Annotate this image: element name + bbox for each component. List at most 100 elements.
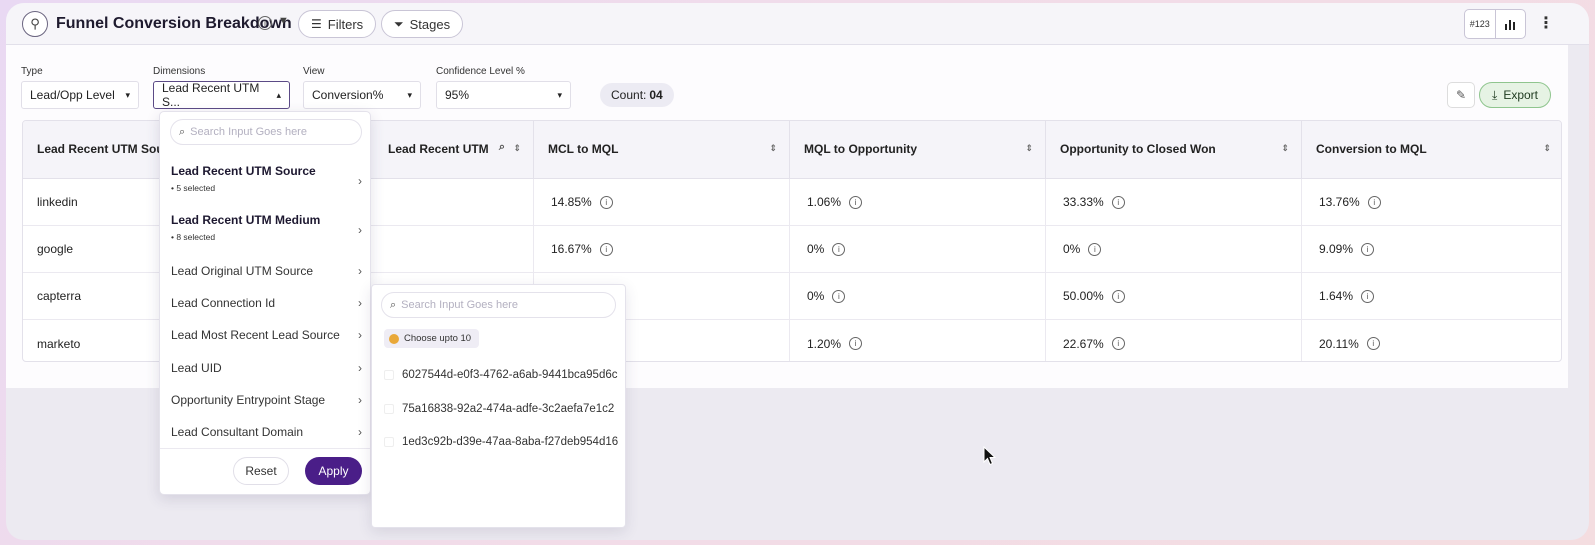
cell-conv-mql: 20.11% i — [1302, 320, 1561, 361]
info-icon[interactable]: i — [1111, 195, 1125, 209]
info-icon[interactable]: i — [1361, 242, 1375, 256]
mouse-cursor-icon — [983, 446, 997, 466]
checkbox[interactable] — [384, 370, 394, 380]
dimension-item-label: Lead UID — [171, 361, 222, 375]
bar-chart-icon[interactable] — [1494, 10, 1526, 38]
type-select-value: Lead/Opp Level — [30, 88, 115, 102]
info-icon[interactable]: i — [1366, 337, 1380, 350]
column-header-opp-won[interactable]: Opportunity to Closed Won ⇕ — [1046, 121, 1302, 179]
info-icon[interactable]: i — [1361, 289, 1375, 303]
cell-opp-won: 22.67% i — [1046, 320, 1302, 361]
value-option[interactable]: 1ed3c92b-d39e-47aa-8aba-f27deb954d16 — [384, 436, 618, 448]
app-frame: ⚲ Funnel Conversion Breakdown i ▼ ☰ Filt… — [6, 3, 1589, 540]
view-select-value: Conversion% — [312, 88, 384, 102]
column-header-conv-mql[interactable]: Conversion to MQL ⇕ — [1302, 121, 1561, 179]
funnel-icon: ⏷ — [394, 16, 404, 31]
stages-button[interactable]: ⏷ Stages — [381, 10, 464, 38]
checkbox[interactable] — [384, 404, 394, 414]
info-icon[interactable]: i — [599, 195, 613, 209]
cell-value: 50.00% — [1063, 289, 1104, 303]
edit-pencil-icon[interactable]: ✎ — [1447, 82, 1475, 108]
confidence-select[interactable]: 95% ▾ — [436, 81, 571, 109]
cell-conv-mql: 9.09% i — [1302, 226, 1561, 273]
dimension-search-input[interactable]: ⌕ Search Input Goes here — [170, 119, 362, 145]
column-header-label: MQL to Opportunity — [804, 142, 918, 156]
value-option-label: 75a16838-92a2-474a-adfe-3c2aefa7e1c2 — [402, 403, 615, 415]
cell-opp-won: 0% i — [1046, 226, 1302, 273]
info-icon[interactable]: i — [832, 289, 846, 303]
filters-button[interactable]: ☰ Filters — [298, 10, 377, 38]
sort-icon[interactable]: ⇕ — [513, 143, 521, 154]
dimension-item-label: Lead Consultant Domain — [171, 425, 304, 439]
numeric-view-toggle[interactable]: #123 — [1465, 10, 1495, 38]
apply-button[interactable]: Apply — [305, 457, 362, 485]
dimension-item-lead-original-utm-source[interactable]: Lead Original UTM Source › — [160, 264, 372, 278]
info-icon[interactable]: i — [1088, 242, 1102, 256]
cell-mql-opp: 1.06% i — [790, 179, 1046, 226]
value-option[interactable]: 75a16838-92a2-474a-adfe-3c2aefa7e1c2 — [384, 403, 614, 415]
cell-value: 1.64% — [1319, 289, 1354, 303]
sort-icon[interactable]: ⇕ — [1543, 143, 1551, 154]
export-button[interactable]: ⤓ Export — [1479, 82, 1551, 108]
export-button-label: Export — [1503, 88, 1538, 102]
dimensions-select[interactable]: Lead Recent UTM S... ▴ — [153, 81, 290, 109]
cell-value: 16.67% — [551, 242, 592, 256]
funnel-logo-icon: ⚲ — [22, 11, 48, 37]
sort-icon[interactable]: ⇕ — [769, 143, 777, 154]
info-icon[interactable]: i — [599, 242, 613, 256]
info-icon[interactable]: i — [1367, 195, 1381, 209]
dimensions-label: Dimensions — [153, 66, 206, 77]
value-search-placeholder: Search Input Goes here — [401, 299, 518, 311]
cell-value: 0% — [807, 289, 825, 303]
cell-mql-opp: 0% i — [790, 226, 1046, 273]
checkbox[interactable] — [384, 437, 394, 447]
dimension-item-lead-recent-utm-medium[interactable]: Lead Recent UTM Medium • 8 selected › — [160, 213, 372, 242]
cell-value: 22.67% — [1063, 336, 1104, 351]
column-header-mql-opp[interactable]: MQL to Opportunity ⇕ — [790, 121, 1046, 179]
dimension-item-lead-recent-utm-source[interactable]: Lead Recent UTM Source • 5 selected › — [160, 164, 372, 193]
count-badge: Count: 04 — [600, 83, 674, 107]
cell-opp-won: 33.33% i — [1046, 179, 1302, 226]
column-header-label: Conversion to MQL — [1316, 142, 1427, 156]
info-icon[interactable]: i — [832, 242, 846, 256]
dimension-item-opportunity-entrypoint-stage[interactable]: Opportunity Entrypoint Stage › — [160, 393, 372, 407]
chevron-right-icon: › — [358, 425, 362, 439]
sort-icon[interactable]: ⇕ — [1281, 143, 1289, 154]
value-option[interactable]: 6027544d-e0f3-4762-a6ab-9441bca95d6c — [384, 369, 618, 381]
info-icon[interactable]: i — [849, 195, 863, 209]
dimension-values-panel: ⌕ Search Input Goes here Choose upto 10 … — [371, 284, 626, 528]
dimensions-select-value: Lead Recent UTM S... — [162, 81, 260, 109]
dimension-item-label: Lead Recent UTM Medium — [171, 213, 321, 227]
view-toggle-group: #123 — [1464, 9, 1526, 39]
title-chevron-down-icon[interactable]: ▼ — [278, 15, 289, 27]
column-header-mcl-mql[interactable]: MCL to MQL ⇕ — [534, 121, 790, 179]
sort-icon[interactable]: ⇕ — [1025, 143, 1033, 154]
chevron-right-icon: › — [358, 296, 362, 310]
info-icon[interactable]: i — [1111, 337, 1125, 350]
dimension-item-label: Lead Connection Id — [171, 296, 276, 310]
search-icon[interactable]: ⌕ — [499, 141, 505, 154]
type-select[interactable]: Lead/Opp Level ▾ — [21, 81, 139, 109]
info-icon[interactable]: i — [849, 337, 863, 350]
dimension-item-lead-connection-id[interactable]: Lead Connection Id › — [160, 296, 372, 310]
cell-value: 1.20% — [807, 336, 842, 351]
more-options-icon[interactable]: ⋮ — [1538, 13, 1554, 33]
dimension-item-lead-consultant-domain[interactable]: Lead Consultant Domain › — [160, 425, 372, 439]
confidence-label: Confidence Level % — [436, 66, 525, 77]
cell-opp-won: 50.00% i — [1046, 273, 1302, 320]
title-info-icon[interactable]: i — [258, 16, 272, 30]
value-option-label: 6027544d-e0f3-4762-a6ab-9441bca95d6c — [402, 369, 618, 381]
type-label: Type — [21, 66, 43, 77]
cell-value: 1.06% — [807, 195, 842, 209]
info-icon[interactable]: i — [1111, 289, 1125, 303]
view-select[interactable]: Conversion% ▾ — [303, 81, 421, 109]
dimension-item-lead-most-recent-lead-source[interactable]: Lead Most Recent Lead Source › — [160, 328, 372, 342]
reset-button[interactable]: Reset — [233, 457, 289, 485]
column-header-label: Opportunity to Closed Won — [1060, 142, 1216, 156]
selection-limit-label: Choose upto 10 — [404, 333, 472, 344]
cell-value: 0% — [807, 242, 825, 256]
value-search-input[interactable]: ⌕ Search Input Goes here — [381, 292, 616, 318]
dimension-item-lead-uid[interactable]: Lead UID › — [160, 361, 372, 375]
cell-value: 9.09% — [1319, 242, 1354, 256]
dimension-selected-count: • 8 selected — [171, 232, 216, 242]
